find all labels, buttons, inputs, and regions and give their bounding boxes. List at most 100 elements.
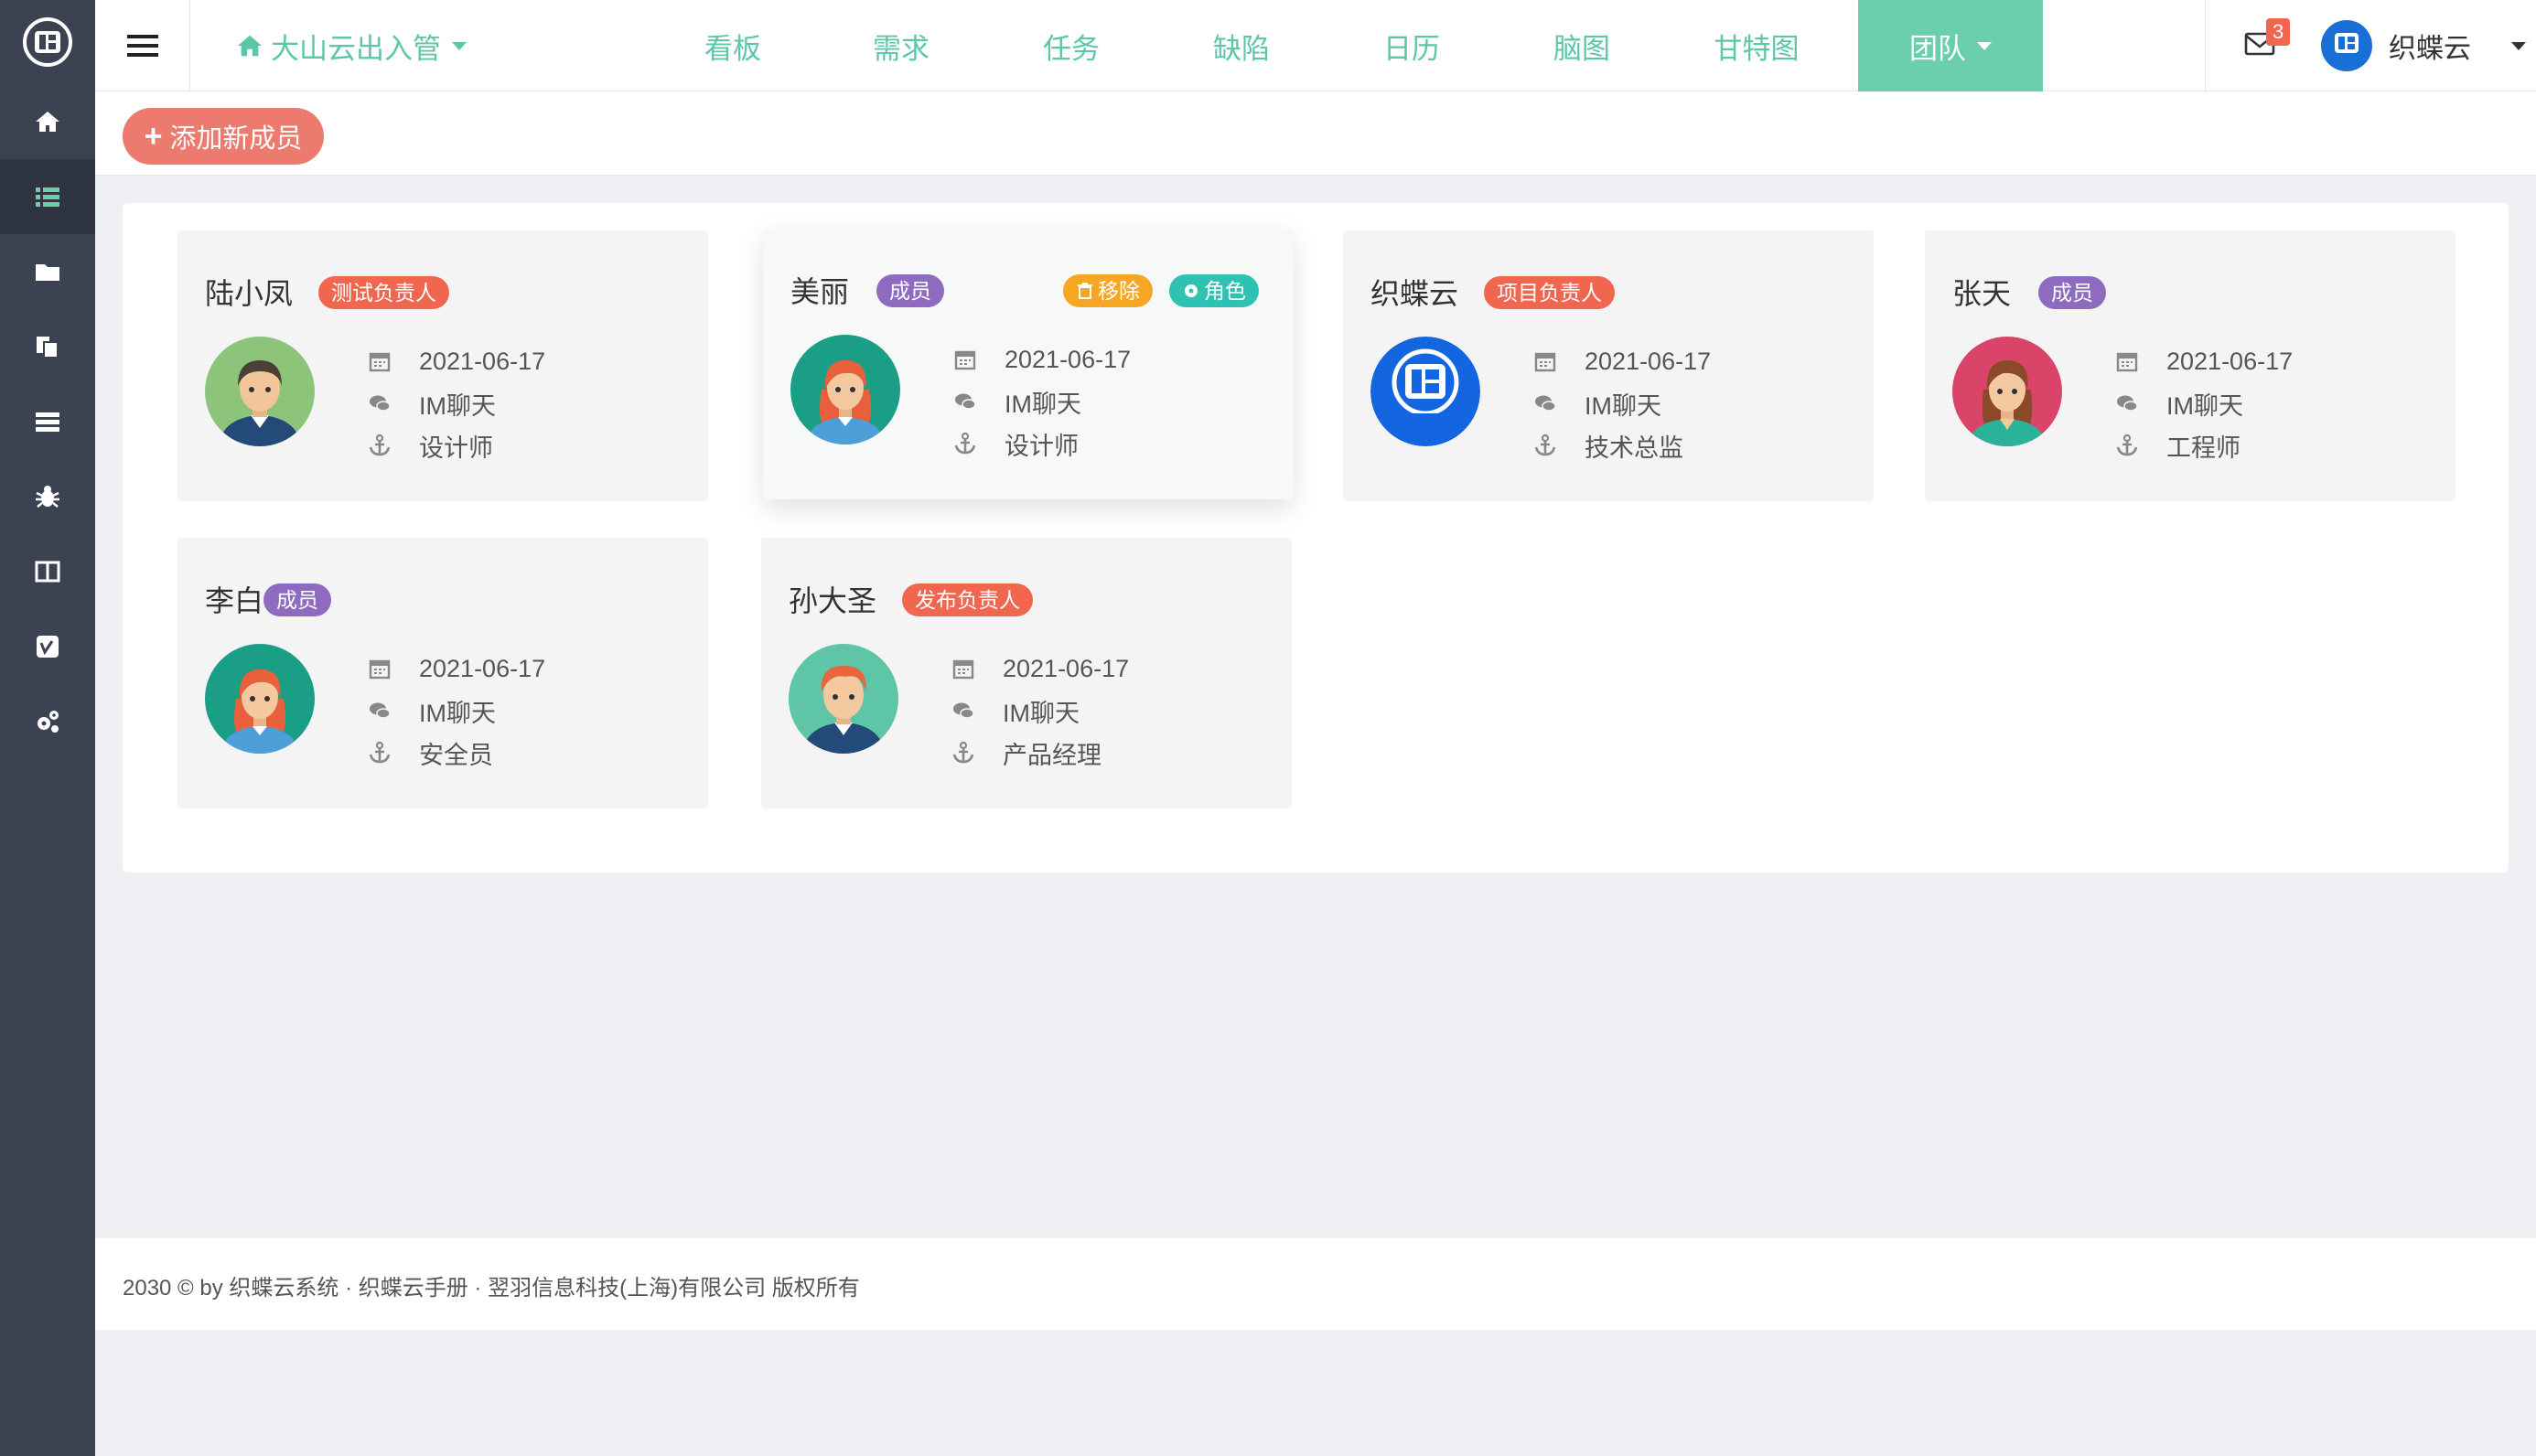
mail-count-badge: 3	[2266, 18, 2291, 46]
tab-calendar[interactable]: 日历	[1370, 0, 1453, 91]
sidebar-item-home[interactable]	[0, 84, 95, 159]
avatar	[790, 335, 900, 444]
top-navbar: 大山云出入管 看板 需求 任务 缺陷 日历 脑图 甘特图 团队 3 织蝶云	[95, 0, 2536, 91]
calendar-icon	[2116, 352, 2138, 372]
member-info: 2021-06-17 IM聊天 技术总监	[1533, 340, 1711, 466]
member-card[interactable]: 李白 成员 2021-06-17 IM聊天 安全员	[177, 538, 708, 808]
member-title: 设计师	[1005, 432, 1079, 460]
chat-row[interactable]: IM聊天	[368, 690, 545, 732]
remove-label: 移除	[1098, 279, 1140, 303]
tab-mindmap[interactable]: 脑图	[1541, 0, 1623, 91]
join-date: 2021-06-17	[1003, 654, 1130, 682]
member-card[interactable]: 陆小凤 测试负责人 2021-06-17 IM聊天 设计师	[177, 230, 708, 501]
comments-icon	[2117, 395, 2138, 412]
member-card[interactable]: 美丽 成员 移除 角色 2021-06-17 IM聊天 设计师	[763, 229, 1294, 499]
avatar	[789, 644, 898, 754]
role-badge: 发布负责人	[902, 583, 1033, 616]
remove-button[interactable]: 移除	[1063, 274, 1153, 307]
woman-avatar-icon	[790, 335, 900, 444]
member-info: 2021-06-17 IM聊天 安全员	[368, 648, 545, 774]
chat-link[interactable]: IM聊天	[2166, 386, 2243, 422]
role-badge: 成员	[876, 274, 944, 307]
role-button[interactable]: 角色	[1169, 274, 1259, 307]
member-info: 2021-06-17 IM聊天 设计师	[368, 340, 545, 466]
member-card[interactable]: 孙大圣 发布负责人 2021-06-17 IM聊天 产品经理	[761, 538, 1292, 808]
title-row: 设计师	[368, 424, 545, 466]
anchor-icon	[952, 741, 974, 764]
sidebar-item-columns[interactable]	[0, 534, 95, 609]
chat-link[interactable]: IM聊天	[1003, 693, 1080, 729]
avatar	[205, 337, 315, 446]
chat-row[interactable]: IM聊天	[1533, 382, 1711, 424]
sidebar-item-bug[interactable]	[0, 459, 95, 534]
member-info: 2021-06-17 IM聊天 产品经理	[951, 648, 1129, 774]
join-date-row: 2021-06-17	[951, 648, 1129, 690]
tab-requirements[interactable]: 需求	[860, 0, 942, 91]
sidebar-item-server[interactable]	[0, 384, 95, 459]
chat-row[interactable]: IM聊天	[953, 380, 1131, 423]
chat-row[interactable]: IM聊天	[368, 382, 545, 424]
chat-link[interactable]: IM聊天	[1005, 384, 1081, 420]
columns-icon	[35, 561, 60, 583]
gear-icon	[1185, 284, 1198, 297]
title-row: 工程师	[2115, 424, 2293, 466]
home-icon	[36, 112, 59, 132]
sidebar-item-folder[interactable]	[0, 234, 95, 309]
comments-icon	[370, 395, 391, 412]
add-member-label: 添加新成员	[169, 124, 303, 154]
role-badge: 成员	[263, 583, 331, 616]
tab-team[interactable]: 团队	[1858, 0, 2043, 91]
tab-defects[interactable]: 缺陷	[1200, 0, 1283, 91]
avatar	[205, 644, 315, 754]
join-date: 2021-06-17	[419, 347, 546, 375]
chevron-down-icon	[452, 41, 467, 50]
member-name: 孙大圣	[789, 584, 877, 617]
calendar-icon	[369, 659, 391, 680]
add-member-button[interactable]: + 添加新成员	[123, 108, 324, 165]
role-label: 角色	[1204, 279, 1246, 303]
vimeo-icon	[37, 636, 59, 658]
woman-avatar-icon	[205, 644, 315, 754]
folder-icon	[36, 264, 59, 281]
member-card[interactable]: 张天 成员 2021-06-17 IM聊天 工程师	[1925, 230, 2455, 501]
comments-icon	[370, 702, 391, 719]
member-name: 张天	[1952, 277, 2012, 310]
calendar-icon	[1534, 352, 1556, 372]
chat-row[interactable]: IM聊天	[951, 690, 1129, 732]
anchor-icon	[2116, 434, 2138, 456]
avatar[interactable]	[2321, 20, 2372, 71]
calendar-icon	[954, 350, 976, 370]
comments-icon	[955, 393, 976, 410]
role-badge: 成员	[2038, 276, 2106, 309]
member-info: 2021-06-17 IM聊天 设计师	[953, 338, 1131, 465]
title-row: 设计师	[953, 423, 1131, 465]
documents-icon	[37, 337, 59, 359]
project-dropdown[interactable]: 大山云出入管	[236, 0, 467, 91]
sidebar-item-list[interactable]	[0, 159, 95, 234]
anchor-icon	[1534, 434, 1556, 456]
tab-gantt[interactable]: 甘特图	[1702, 0, 1811, 91]
gears-icon	[38, 711, 59, 733]
member-name: 陆小凤	[205, 277, 294, 310]
sidebar-item-settings[interactable]	[0, 684, 95, 759]
avatar	[1952, 337, 2062, 446]
chat-link[interactable]: IM聊天	[1585, 386, 1661, 422]
tab-kanban[interactable]: 看板	[692, 0, 774, 91]
sidebar-item-docs[interactable]	[0, 309, 95, 384]
user-area: 3 织蝶云	[2205, 0, 2536, 91]
home-icon	[237, 35, 263, 57]
boy-avatar-icon	[789, 644, 898, 754]
tab-tasks[interactable]: 任务	[1030, 0, 1112, 91]
menu-toggle-button[interactable]	[95, 0, 190, 91]
user-name[interactable]: 织蝶云	[2389, 26, 2471, 66]
sidebar-item-vimeo[interactable]	[0, 609, 95, 684]
chat-link[interactable]: IM聊天	[419, 693, 496, 729]
list-icon	[36, 187, 59, 207]
member-card[interactable]: 织蝶云 项目负责人 2021-06-17 IM聊天 技术总监	[1343, 230, 1874, 501]
footer: 2030 © by 织蝶云系统 · 织蝶云手册 · 翌羽信息科技(上海)有限公司…	[95, 1238, 2536, 1330]
chat-link[interactable]: IM聊天	[419, 386, 496, 422]
chat-row[interactable]: IM聊天	[2115, 382, 2293, 424]
comments-icon	[953, 702, 974, 719]
app-logo[interactable]	[0, 0, 95, 84]
chevron-down-icon[interactable]	[2511, 42, 2526, 50]
